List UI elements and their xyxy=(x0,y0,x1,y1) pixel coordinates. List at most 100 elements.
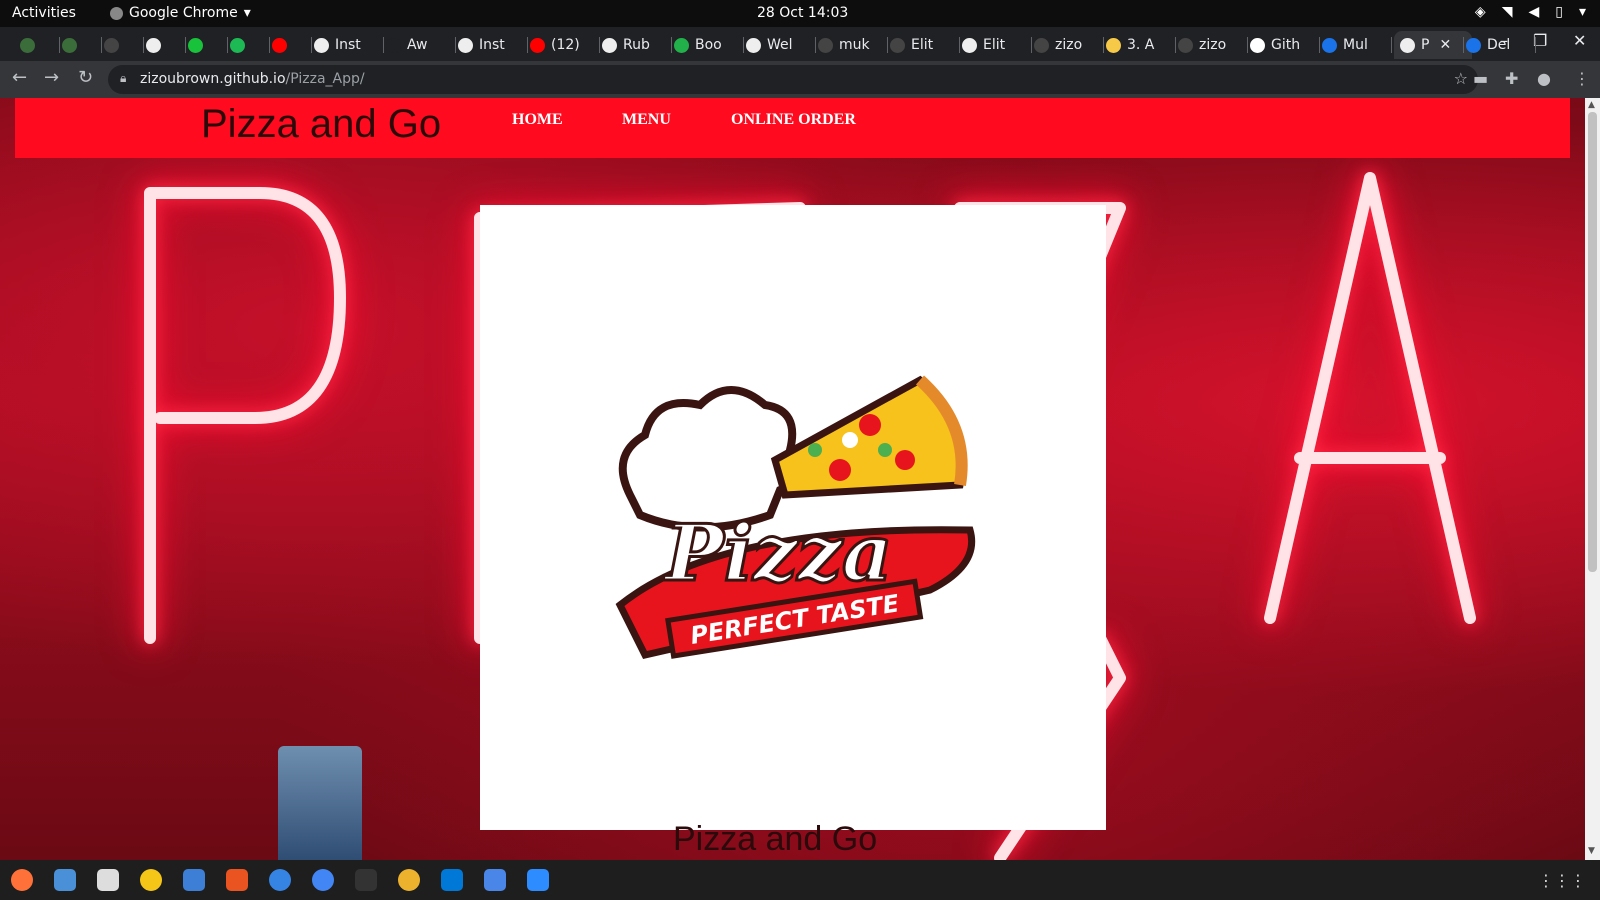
tab[interactable] xyxy=(104,31,140,59)
tab[interactable]: 3. A xyxy=(1106,31,1172,59)
tab[interactable]: (12) xyxy=(530,31,596,59)
tab-favicon-icon xyxy=(104,37,119,53)
tab-favicon-icon xyxy=(674,37,689,53)
kebab-menu-icon[interactable]: ⋮ xyxy=(1574,69,1590,88)
scroll-up-icon[interactable]: ▲ xyxy=(1588,100,1595,110)
software-icon[interactable] xyxy=(226,869,248,891)
chevron-down-icon[interactable]: ▾ xyxy=(1579,4,1586,20)
close-window-button[interactable]: ✕ xyxy=(1573,31,1586,50)
tab-separator xyxy=(1103,37,1104,53)
dock: ⋮⋮⋮ xyxy=(0,860,1600,900)
tab-separator xyxy=(1247,37,1248,53)
nav-online-order[interactable]: ONLINE ORDER xyxy=(731,111,856,129)
tab[interactable] xyxy=(20,31,56,59)
tab-active[interactable]: P ✕ xyxy=(1394,31,1472,59)
tab[interactable]: zizo xyxy=(1178,31,1244,59)
avatar[interactable]: ● xyxy=(1537,69,1551,88)
tab-favicon-icon xyxy=(230,37,245,53)
tab[interactable] xyxy=(272,31,308,59)
tab[interactable] xyxy=(230,31,266,59)
page-scrollbar[interactable]: ▲ ▼ xyxy=(1585,98,1600,860)
writer-icon[interactable] xyxy=(183,869,205,891)
tab[interactable]: zizo xyxy=(1034,31,1100,59)
pizza-logo: Pizza PERFECT TASTE xyxy=(615,375,976,660)
tab-favicon-icon xyxy=(1178,37,1193,53)
tab-separator xyxy=(1391,37,1392,53)
tab[interactable]: Elit xyxy=(890,31,956,59)
reload-icon[interactable]: ↻ xyxy=(78,67,93,88)
puzzle-icon[interactable]: ✚ xyxy=(1505,69,1518,88)
tab[interactable]: Gith xyxy=(1250,31,1316,59)
nav-home[interactable]: HOME xyxy=(512,111,563,129)
back-icon[interactable]: ← xyxy=(12,67,27,88)
tab[interactable] xyxy=(188,31,224,59)
tab-separator xyxy=(143,37,144,53)
tab-favicon-icon xyxy=(602,37,617,53)
tab[interactable]: Boo xyxy=(674,31,740,59)
battery-icon[interactable]: ▯ xyxy=(1555,4,1563,20)
tab-label: Aw xyxy=(407,37,428,53)
zoom-icon[interactable] xyxy=(527,869,549,891)
tab[interactable] xyxy=(62,31,98,59)
tab[interactable]: muk xyxy=(818,31,884,59)
clock[interactable]: 28 Oct 14:03 xyxy=(757,5,848,21)
site-brand[interactable]: Pizza and Go xyxy=(201,102,441,147)
rhythmbox-icon[interactable] xyxy=(140,869,162,891)
tab-favicon-icon xyxy=(1466,37,1481,53)
url-text[interactable]: zizoubrown.github.io/Pizza_App/ xyxy=(140,71,365,87)
files-icon[interactable] xyxy=(97,869,119,891)
tab-separator xyxy=(59,37,60,53)
tab-favicon-icon xyxy=(818,37,833,53)
tab-favicon-icon xyxy=(1034,37,1049,53)
tab[interactable] xyxy=(146,31,182,59)
tab-favicon-icon xyxy=(272,37,287,53)
tab[interactable]: Wel xyxy=(746,31,812,59)
app-grid-icon[interactable]: ⋮⋮⋮ xyxy=(1538,871,1586,890)
tab-favicon-icon xyxy=(890,37,905,53)
tab-favicon-icon xyxy=(1250,37,1265,53)
tab-label: zizo xyxy=(1199,37,1227,53)
terminal-icon[interactable] xyxy=(355,869,377,891)
chrome-icon[interactable] xyxy=(312,869,334,891)
tab[interactable]: Mul xyxy=(1322,31,1388,59)
page-viewport: Pizza and Go HOME MENU ONLINE ORDER Pizz… xyxy=(0,98,1585,860)
wall-outlet-image xyxy=(278,746,362,860)
tab-favicon-icon xyxy=(20,37,35,53)
close-tab-icon[interactable]: ✕ xyxy=(1439,37,1451,53)
tab[interactable]: Aw xyxy=(386,31,452,59)
logo-word: Pizza xyxy=(663,508,892,599)
slack-icon[interactable] xyxy=(398,869,420,891)
wifi-icon[interactable]: ◥ xyxy=(1502,4,1513,20)
lock-icon[interactable]: 🔒︎ xyxy=(120,71,126,86)
activities-button[interactable]: Activities xyxy=(12,5,76,21)
text-editor-icon[interactable] xyxy=(484,869,506,891)
scroll-down-icon[interactable]: ▼ xyxy=(1588,846,1595,856)
network-icon[interactable]: ◈ xyxy=(1475,4,1486,20)
thunderbird-icon[interactable] xyxy=(54,869,76,891)
tab-label: Wel xyxy=(767,37,793,53)
tab[interactable]: Elit xyxy=(962,31,1028,59)
tab[interactable]: Del xyxy=(1466,31,1532,59)
firefox-icon[interactable] xyxy=(11,869,33,891)
tab[interactable]: Rub xyxy=(602,31,668,59)
tab-favicon-icon xyxy=(146,37,161,53)
nav-menu[interactable]: MENU xyxy=(622,111,671,129)
tab-separator xyxy=(1463,37,1464,53)
tab[interactable]: Inst xyxy=(314,31,380,59)
app-menu[interactable]: Google Chrome ▾ xyxy=(110,5,251,21)
tab-separator xyxy=(815,37,816,53)
tab-separator xyxy=(599,37,600,53)
system-tray[interactable]: ◈ ◥ ◀ ▯ ▾ xyxy=(1475,4,1586,20)
help-icon[interactable] xyxy=(269,869,291,891)
tab[interactable]: Inst xyxy=(458,31,524,59)
bookmark-star-icon[interactable]: ☆ xyxy=(1454,69,1468,88)
forward-icon[interactable]: → xyxy=(44,67,59,88)
tab-label: Del xyxy=(1487,37,1511,53)
vscode-icon[interactable] xyxy=(441,869,463,891)
address-bar[interactable]: 🔒︎ zizoubrown.github.io/Pizza_App/ ☆ xyxy=(108,65,1478,94)
scrollbar-thumb[interactable] xyxy=(1588,112,1597,572)
url-host: zizoubrown.github.io xyxy=(140,71,286,87)
extension-icon[interactable]: ▬ xyxy=(1473,69,1488,88)
volume-icon[interactable]: ◀ xyxy=(1528,4,1539,20)
browser-toolbar: ← → ↻ 🔒︎ zizoubrown.github.io/Pizza_App/… xyxy=(0,61,1600,98)
